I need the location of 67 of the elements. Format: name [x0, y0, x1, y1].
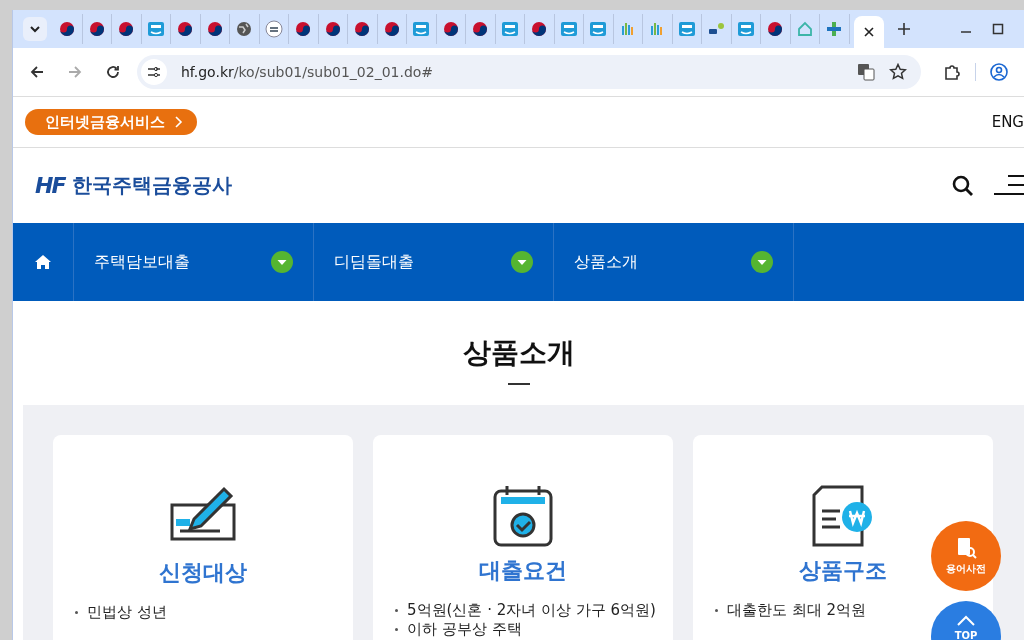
card-text: 5억원(신혼 · 2자녀 이상 가구 6억원): [407, 601, 656, 620]
dropdown-icon: [511, 251, 533, 273]
emblem-icon: [88, 21, 105, 37]
bullet-icon: [715, 609, 718, 612]
emblem-icon: [472, 21, 489, 37]
portal-icon: [412, 21, 431, 37]
bullet-icon: [75, 611, 78, 614]
card-title: 상품구조: [799, 557, 887, 585]
house-icon: [796, 21, 813, 37]
emblem-icon: [767, 21, 784, 37]
portal-icon: [677, 21, 696, 37]
portal-icon: [146, 21, 165, 37]
calendar-check-icon: [493, 485, 553, 547]
portal-icon: [559, 21, 578, 37]
chevron-down-icon: [29, 25, 41, 33]
chevron-right-icon: [175, 116, 183, 128]
emblem-icon: [295, 21, 312, 37]
emblem-icon: [383, 21, 400, 37]
site-settings-icon[interactable]: [141, 59, 167, 85]
profile-icon[interactable]: [990, 63, 1008, 81]
cross-icon: [826, 21, 843, 37]
round-logo-icon: [264, 20, 283, 38]
emblem-icon: [59, 21, 76, 37]
logo-text[interactable]: 한국주택금융공사: [72, 172, 233, 199]
bullet-icon: [395, 628, 398, 631]
book-search-icon: [955, 536, 977, 559]
card-text: 대출한도 최대 2억원: [727, 601, 867, 620]
language-link[interactable]: ENG: [991, 113, 1024, 131]
puzzle-icon[interactable]: [943, 63, 961, 81]
home-icon: [34, 254, 52, 270]
emblem-icon: [206, 21, 223, 37]
chevron-up-icon: [956, 615, 976, 627]
new-tab-button[interactable]: [897, 23, 910, 35]
nav-dropdown[interactable]: 주택담보대출: [74, 223, 314, 301]
reload-icon[interactable]: [105, 64, 121, 80]
maximize-icon[interactable]: [992, 23, 1004, 35]
menu-icon[interactable]: [994, 174, 1024, 197]
emblem-icon: [531, 21, 548, 37]
nav-dropdown[interactable]: 디딤돌대출: [314, 223, 554, 301]
emblem-icon: [118, 21, 135, 37]
portal-icon: [589, 21, 608, 37]
tab-list-button[interactable]: [23, 17, 47, 41]
document-won-icon: [812, 485, 874, 547]
dropdown-icon: [751, 251, 773, 273]
emblem-icon: [354, 21, 371, 37]
card-text: 민법상 성년: [87, 603, 167, 622]
card-text: 이하 공부상 주택: [407, 620, 522, 639]
search-icon[interactable]: [952, 174, 974, 197]
page-title: 상품소개: [461, 335, 576, 371]
emblem-icon: [442, 21, 459, 37]
card-title: 대출요건: [479, 557, 567, 585]
address-bar[interactable]: hf.go.kr/ko/sub01/sub01_02_01.do#: [137, 55, 921, 89]
card-title: 신청대상: [159, 559, 247, 587]
emblem-icon: [324, 21, 341, 37]
close-icon[interactable]: [863, 27, 874, 37]
browser-tab[interactable]: [853, 16, 884, 48]
back-icon[interactable]: [29, 64, 45, 80]
bullet-icon: [395, 609, 398, 612]
emblem-icon: [177, 21, 194, 37]
logo-mark[interactable]: HF: [35, 173, 65, 198]
url-text: hf.go.kr/ko/sub01/sub01_02_01.do#: [181, 64, 434, 80]
nav-dropdown[interactable]: 상품소개: [554, 223, 794, 301]
portal-icon: [736, 21, 755, 37]
bar-logo-icon: [619, 21, 636, 37]
star-icon[interactable]: [889, 63, 907, 81]
portal-icon: [500, 21, 519, 37]
dropdown-icon: [271, 251, 293, 273]
